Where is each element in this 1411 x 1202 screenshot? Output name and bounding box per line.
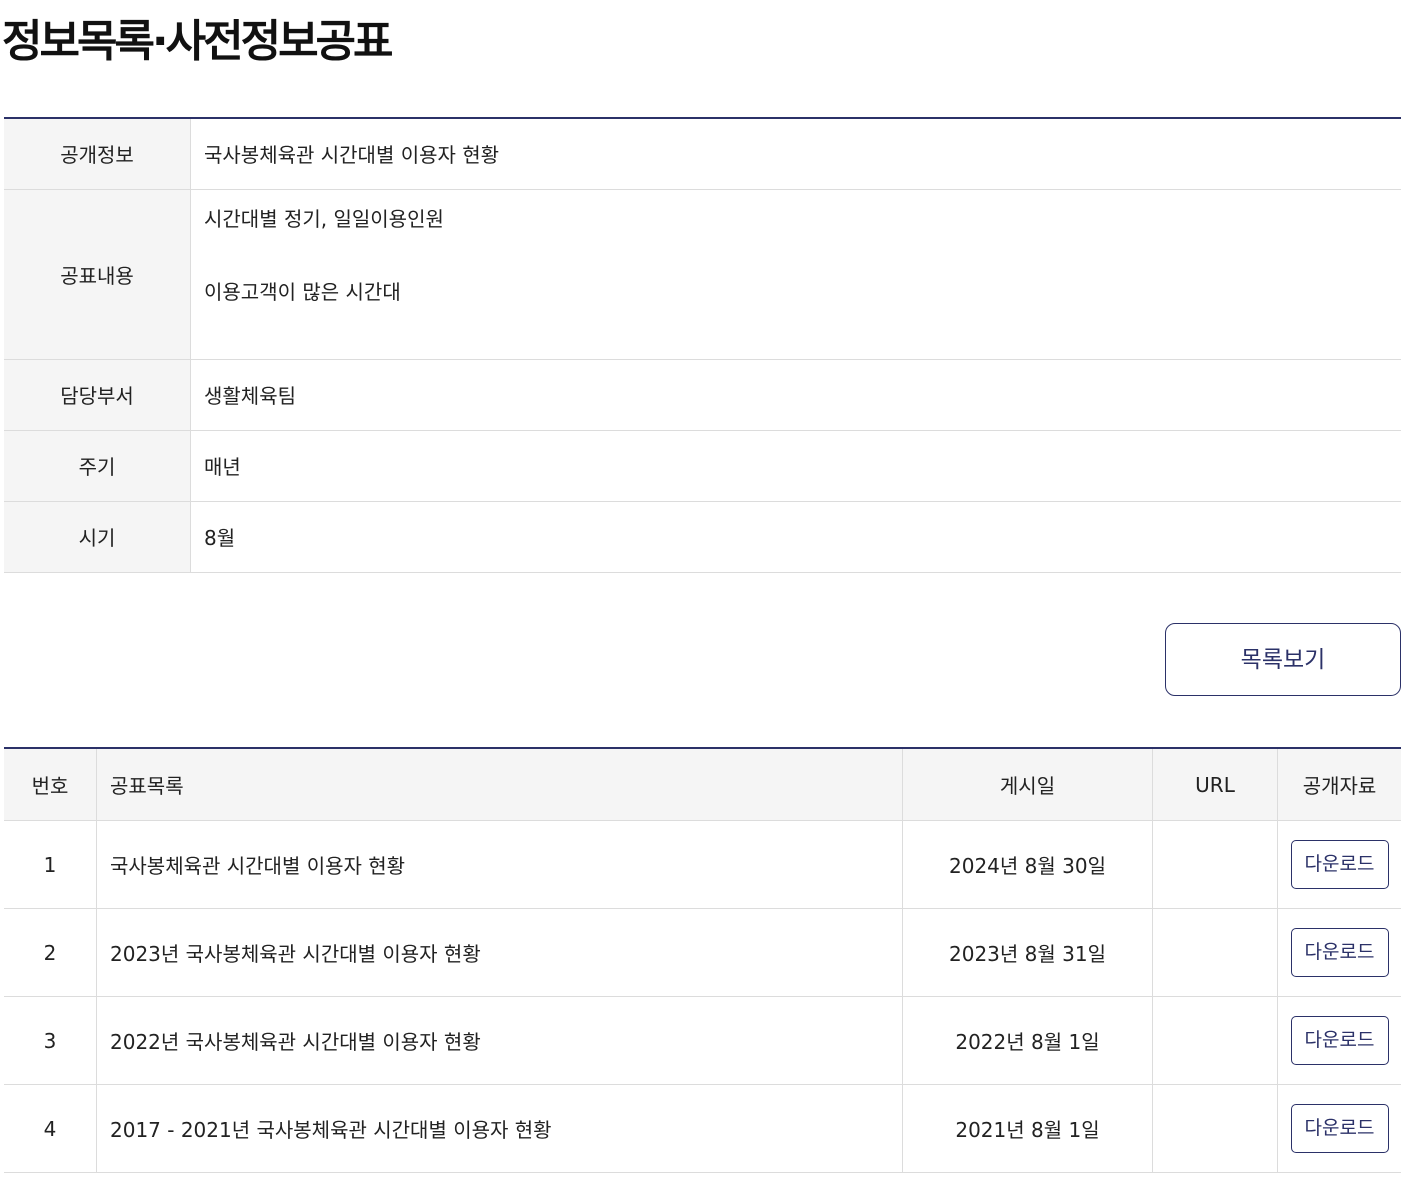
row-file: 다운로드 [1277, 996, 1401, 1085]
info-label: 공표내용 [4, 189, 191, 360]
column-header-file: 공개자료 [1277, 748, 1401, 821]
info-value-line: 이용고객이 많은 시간대 [204, 280, 401, 304]
info-value: 국사봉체육관 시간대별 이용자 현황 [190, 118, 1401, 190]
info-value: 시간대별 정기, 일일이용인원 이용고객이 많은 시간대 [190, 189, 1401, 360]
row-url [1152, 820, 1278, 909]
column-header-number: 번호 [4, 748, 97, 821]
table-row: 1 국사봉체육관 시간대별 이용자 현황 2024년 8월 30일 다운로드 [4, 820, 1401, 909]
row-number: 3 [4, 996, 97, 1085]
column-header-title: 공표목록 [96, 748, 903, 821]
table-row: 4 2017 - 2021년 국사봉체육관 시간대별 이용자 현황 2021년 … [4, 1084, 1401, 1173]
info-row-announcement-content: 공표내용 시간대별 정기, 일일이용인원 이용고객이 많은 시간대 [4, 189, 1401, 360]
row-file: 다운로드 [1277, 1084, 1401, 1173]
row-file: 다운로드 [1277, 820, 1401, 909]
info-row-cycle: 주기 매년 [4, 430, 1401, 502]
download-button[interactable]: 다운로드 [1290, 1104, 1389, 1153]
row-number: 4 [4, 1084, 97, 1173]
row-date: 2021년 8월 1일 [902, 1084, 1153, 1173]
info-value-line: 시간대별 정기, 일일이용인원 [204, 207, 444, 231]
announcement-table: 번호 공표목록 게시일 URL 공개자료 1 국사봉체육관 시간대별 이용자 현… [4, 747, 1401, 1173]
list-view-button[interactable]: 목록보기 [1165, 623, 1401, 696]
row-title: 2017 - 2021년 국사봉체육관 시간대별 이용자 현황 [96, 1084, 903, 1173]
column-header-url: URL [1152, 748, 1278, 821]
row-title: 2022년 국사봉체육관 시간대별 이용자 현황 [96, 996, 903, 1085]
info-label: 주기 [4, 430, 191, 502]
download-button[interactable]: 다운로드 [1290, 1016, 1389, 1065]
info-row-department: 담당부서 생활체육팀 [4, 359, 1401, 431]
row-number: 1 [4, 820, 97, 909]
info-value: 8월 [190, 501, 1401, 573]
info-label: 공개정보 [4, 118, 191, 190]
table-row: 3 2022년 국사봉체육관 시간대별 이용자 현황 2022년 8월 1일 다… [4, 996, 1401, 1085]
info-value: 매년 [190, 430, 1401, 502]
info-row-public-info: 공개정보 국사봉체육관 시간대별 이용자 현황 [4, 118, 1401, 190]
column-header-date: 게시일 [902, 748, 1153, 821]
row-url [1152, 996, 1278, 1085]
table-row: 2 2023년 국사봉체육관 시간대별 이용자 현황 2023년 8월 31일 … [4, 908, 1401, 997]
row-title: 2023년 국사봉체육관 시간대별 이용자 현황 [96, 908, 903, 997]
table-header-row: 번호 공표목록 게시일 URL 공개자료 [4, 748, 1401, 821]
download-button[interactable]: 다운로드 [1290, 928, 1389, 977]
row-date: 2024년 8월 30일 [902, 820, 1153, 909]
row-file: 다운로드 [1277, 908, 1401, 997]
row-date: 2022년 8월 1일 [902, 996, 1153, 1085]
info-row-timing: 시기 8월 [4, 501, 1401, 573]
row-title: 국사봉체육관 시간대별 이용자 현황 [96, 820, 903, 909]
row-number: 2 [4, 908, 97, 997]
row-url [1152, 1084, 1278, 1173]
info-label: 시기 [4, 501, 191, 573]
page-title: 정보목록·사전정보공표 [2, 16, 394, 67]
row-url [1152, 908, 1278, 997]
info-table: 공개정보 국사봉체육관 시간대별 이용자 현황 공표내용 시간대별 정기, 일일… [4, 117, 1401, 573]
row-date: 2023년 8월 31일 [902, 908, 1153, 997]
download-button[interactable]: 다운로드 [1290, 840, 1389, 889]
info-label: 담당부서 [4, 359, 191, 431]
info-value: 생활체육팀 [190, 359, 1401, 431]
